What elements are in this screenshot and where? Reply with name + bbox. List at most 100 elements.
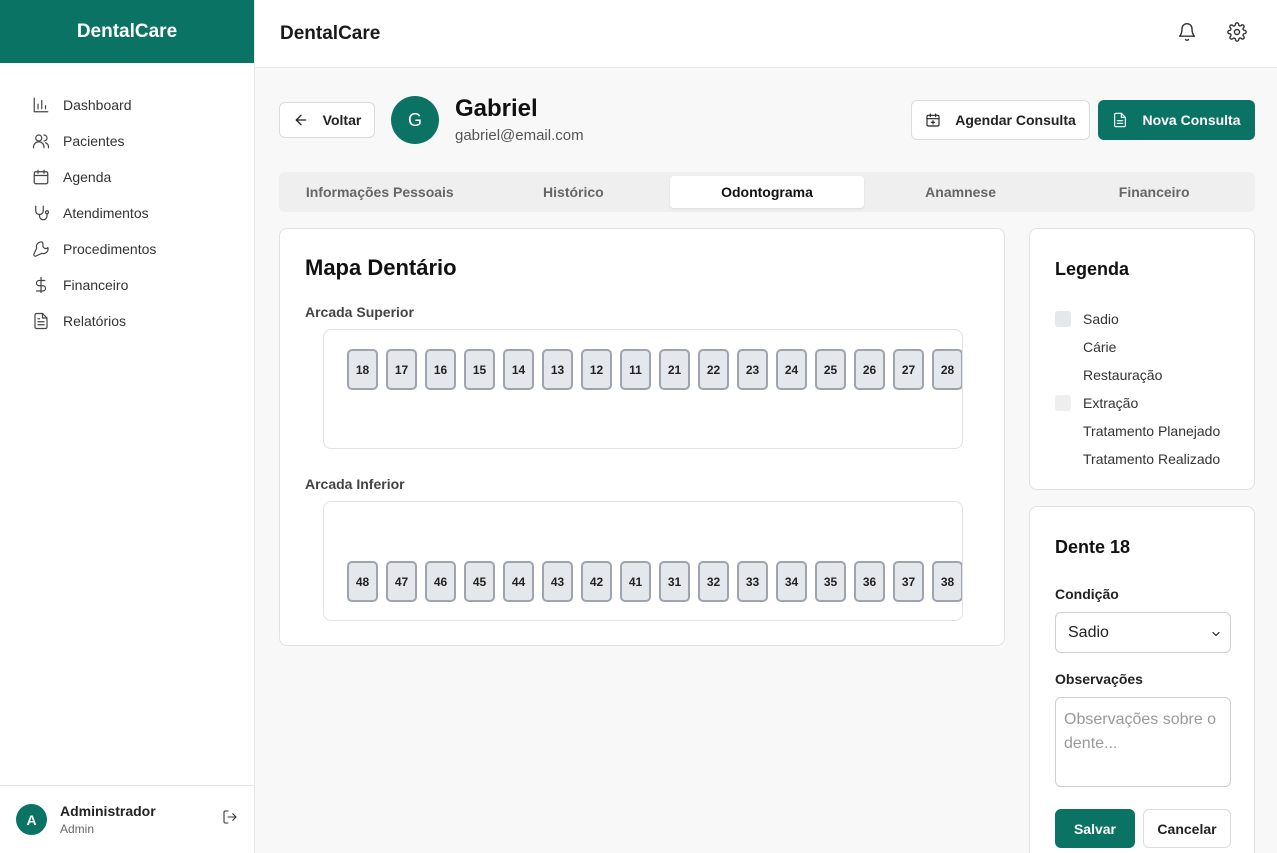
back-button-label: Voltar [322,112,362,128]
schedule-appointment-button[interactable]: Agendar Consulta [911,100,1090,140]
tooth-41[interactable]: 41 [620,561,651,602]
lower-arch: 48 47 46 45 44 43 42 41 31 32 33 34 35 36 37 38 [323,501,963,621]
legend-swatch [1055,367,1071,383]
notes-textarea[interactable]: Observações sobre o dente... [1055,697,1231,787]
tooth-detail-title: Dente 18 [1055,537,1131,557]
patient-tabs: Informações Pessoais Histórico Odontogra… [279,172,1255,212]
tooth-45[interactable]: 45 [464,561,495,602]
tooth-33[interactable]: 33 [737,561,768,602]
condition-select-value: Sadio [1068,623,1109,641]
tooth-27[interactable]: 27 [893,349,924,390]
tooth-26[interactable]: 26 [854,349,885,390]
user-info: Administrador Admin [60,803,222,836]
page-title: DentalCare [280,22,381,44]
sidebar-item-financeiro[interactable]: Financeiro [0,267,254,303]
patient-email: gabriel@email.com [455,127,584,144]
tooth-23[interactable]: 23 [737,349,768,390]
sidebar-item-pacientes[interactable]: Pacientes [0,123,254,159]
stethoscope-icon [31,203,51,223]
sidebar-nav: Dashboard Pacientes Agenda Atendimentos … [0,63,254,339]
sidebar-item-label: Atendimentos [63,205,149,221]
user-role: Admin [60,822,95,836]
patient-avatar: G [391,96,439,144]
tooth-12[interactable]: 12 [581,349,612,390]
brand-logo[interactable]: DentalCare [0,0,254,63]
logout-icon[interactable] [222,809,238,830]
legend-swatch [1055,395,1071,411]
gear-icon[interactable] [1227,22,1247,47]
legend-item: Tratamento Planejado [1055,417,1220,445]
tooth-11[interactable]: 11 [620,349,651,390]
cancel-button[interactable]: Cancelar [1143,809,1231,848]
legend-item: Tratamento Realizado [1055,445,1220,473]
sidebar-item-dashboard[interactable]: Dashboard [0,87,254,123]
user-panel: A Administrador Admin [0,785,254,853]
tooth-38[interactable]: 38 [932,561,962,602]
tab-informacoes-pessoais[interactable]: Informações Pessoais [283,176,477,208]
tooth-16[interactable]: 16 [425,349,456,390]
legend-label: Tratamento Planejado [1083,423,1221,439]
legend-swatch [1055,311,1071,327]
tab-financeiro[interactable]: Financeiro [1057,176,1251,208]
tooth-47[interactable]: 47 [386,561,417,602]
tooth-43[interactable]: 43 [542,561,573,602]
tooth-28[interactable]: 28 [932,349,962,390]
tooth-37[interactable]: 37 [893,561,924,602]
tooth-22[interactable]: 22 [698,349,729,390]
tooth-35[interactable]: 35 [815,561,846,602]
legend-list: Sadio Cárie Restauração Extração Tratamento … [1055,305,1220,473]
new-consultation-button[interactable]: Nova Consulta [1098,100,1255,140]
tooth-34[interactable]: 34 [776,561,807,602]
file-text-icon [31,311,51,331]
tooth-14[interactable]: 14 [503,349,534,390]
chevron-down-icon [1210,627,1222,645]
tooth-13[interactable]: 13 [542,349,573,390]
tooth-46[interactable]: 46 [425,561,456,602]
legend-label: Sadio [1083,311,1119,327]
sidebar-item-label: Procedimentos [63,241,157,257]
sidebar-item-atendimentos[interactable]: Atendimentos [0,195,254,231]
tooth-32[interactable]: 32 [698,561,729,602]
tooth-17[interactable]: 17 [386,349,417,390]
save-button[interactable]: Salvar [1055,809,1135,848]
sidebar-item-label: Financeiro [63,277,129,293]
avatar: A [16,804,47,835]
patient-name: Gabriel [455,95,538,122]
tab-anamnese[interactable]: Anamnese [864,176,1058,208]
file-text-icon [1112,112,1128,128]
tooth-42[interactable]: 42 [581,561,612,602]
tab-odontograma[interactable]: Odontograma [670,176,864,208]
tooth-21[interactable]: 21 [659,349,690,390]
tab-historico[interactable]: Histórico [477,176,671,208]
wrench-icon [31,239,51,259]
dental-map-card: Mapa Dentário Arcada Superior 18 17 16 15 14… [279,228,1005,646]
sidebar-item-procedimentos[interactable]: Procedimentos [0,231,254,267]
bell-icon[interactable] [1177,22,1197,47]
legend-title: Legenda [1055,259,1130,279]
tooth-25[interactable]: 25 [815,349,846,390]
legend-label: Restauração [1083,367,1163,383]
upper-teeth-row: 18 17 16 15 14 13 12 11 21 22 23 24 25 26 27 28 [347,349,962,390]
back-button[interactable]: Voltar [279,102,375,138]
legend-item: Restauração [1055,361,1220,389]
tooth-44[interactable]: 44 [503,561,534,602]
legend-swatch [1055,339,1071,355]
tooth-18[interactable]: 18 [347,349,378,390]
tooth-36[interactable]: 36 [854,561,885,602]
sidebar-item-label: Agenda [63,169,112,185]
tooth-detail-card: Dente 18 Condição Sadio Observações Obse… [1029,506,1255,853]
tooth-24[interactable]: 24 [776,349,807,390]
lower-arch-label: Arcada Inferior [305,476,405,492]
sidebar-item-agenda[interactable]: Agenda [0,159,254,195]
schedule-appointment-label: Agendar Consulta [955,112,1076,128]
legend-label: Cárie [1083,339,1117,355]
calendar-icon [31,167,51,187]
condition-label: Condição [1055,586,1119,602]
tooth-48[interactable]: 48 [347,561,378,602]
sidebar-item-relatorios[interactable]: Relatórios [0,303,254,339]
bar-chart-icon [31,95,51,115]
lower-teeth-row: 48 47 46 45 44 43 42 41 31 32 33 34 35 36 37 38 [347,561,962,602]
condition-select[interactable]: Sadio [1055,612,1231,653]
tooth-15[interactable]: 15 [464,349,495,390]
tooth-31[interactable]: 31 [659,561,690,602]
